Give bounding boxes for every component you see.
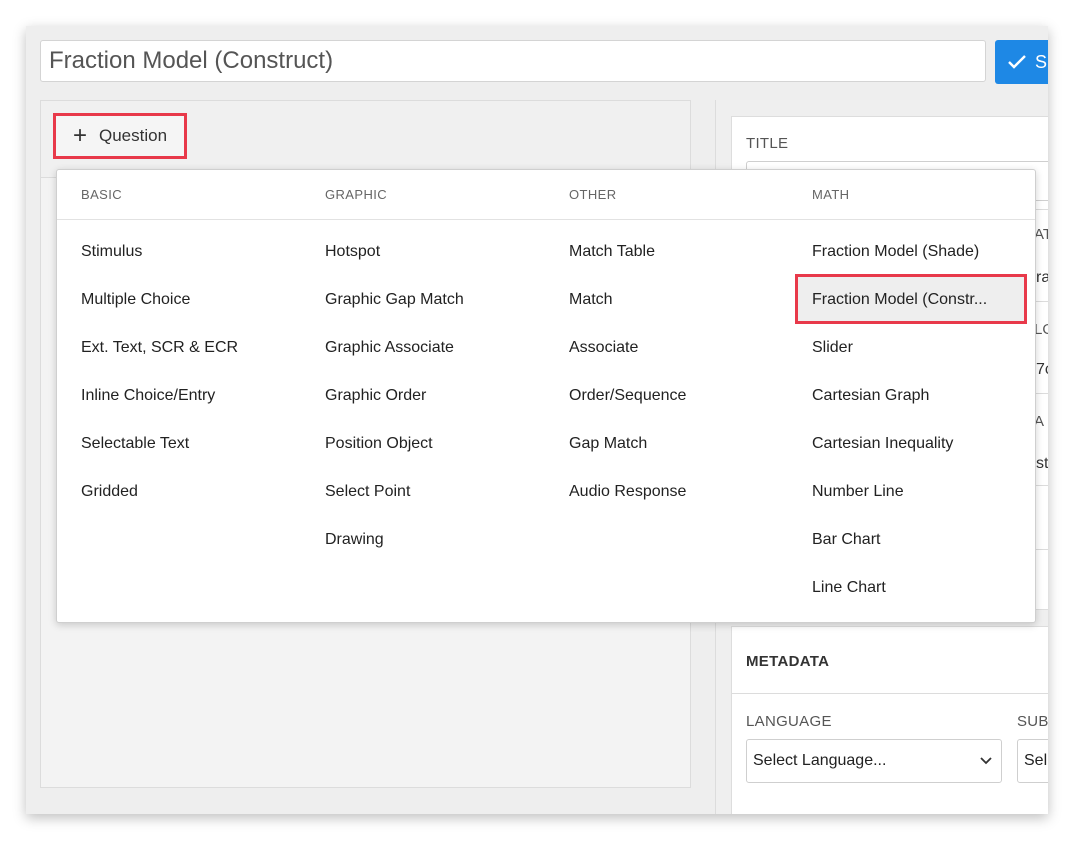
menu-item-inline-choice[interactable]: Inline Choice/Entry [81,387,215,405]
metadata-heading: METADATA [746,653,830,670]
metadata-card: METADATA LANGUAGE Select Language... SUB… [731,626,1048,814]
column-title-math: MATH [812,187,850,202]
menu-item-multiple-choice[interactable]: Multiple Choice [81,291,190,309]
menu-item-match-table[interactable]: Match Table [569,243,655,261]
column-title-basic: BASIC [81,187,123,202]
language-select[interactable]: Select Language... [746,739,1002,783]
partial-value: ra [1036,269,1048,286]
menu-item-number-line[interactable]: Number Line [812,483,904,501]
menu-item-associate[interactable]: Associate [569,339,638,357]
menu-item-drawing[interactable]: Drawing [325,531,384,549]
menu-item-audio-response[interactable]: Audio Response [569,483,686,501]
partial-value: st [1036,455,1048,472]
menu-item-slider[interactable]: Slider [812,339,853,357]
partial-label: LO [1034,321,1048,338]
partial-label: AT [1034,226,1048,243]
menu-item-match[interactable]: Match [569,291,613,309]
column-title-other: OTHER [569,187,617,202]
language-select-value: Select Language... [753,752,887,769]
chevron-down-icon [980,757,992,765]
menu-item-graphic-order[interactable]: Graphic Order [325,387,426,405]
menu-item-line-chart[interactable]: Line Chart [812,579,886,597]
menu-item-fraction-model-shade[interactable]: Fraction Model (Shade) [812,243,979,261]
dropdown-header: BASIC GRAPHIC OTHER MATH [57,170,1035,220]
menu-item-position-object[interactable]: Position Object [325,435,433,453]
menu-item-order-sequence[interactable]: Order/Sequence [569,387,686,405]
subject-select[interactable]: Sel [1017,739,1048,783]
save-button[interactable]: S [995,40,1048,84]
language-label: LANGUAGE [746,713,832,730]
subject-select-value: Sel [1024,752,1048,769]
menu-item-cartesian-graph[interactable]: Cartesian Graph [812,387,929,405]
menu-item-gap-match[interactable]: Gap Match [569,435,647,453]
plus-icon: + [72,122,87,149]
editor-window: S + Question TITLE AT ra LO 7c A st META [26,26,1048,814]
subject-label: SUB [1017,713,1048,730]
question-type-dropdown: BASIC GRAPHIC OTHER MATH Stimulus Multip… [56,169,1036,623]
question-toolbar: + Question [41,101,690,178]
add-question-label: Question [98,126,168,145]
menu-item-fraction-model-construct[interactable]: Fraction Model (Constr... [812,291,987,309]
menu-item-cartesian-inequality[interactable]: Cartesian Inequality [812,435,953,453]
menu-item-stimulus[interactable]: Stimulus [81,243,142,261]
menu-item-gridded[interactable]: Gridded [81,483,138,501]
save-button-label: S [1035,51,1048,72]
menu-item-bar-chart[interactable]: Bar Chart [812,531,880,549]
title-label: TITLE [746,135,789,152]
item-title-input[interactable] [40,40,986,82]
checkmark-icon [1008,55,1026,69]
menu-item-ext-text[interactable]: Ext. Text, SCR & ECR [81,339,238,357]
menu-item-selectable-text[interactable]: Selectable Text [81,435,189,453]
partial-value: 7c [1036,361,1048,378]
menu-item-select-point[interactable]: Select Point [325,483,410,501]
column-title-graphic: GRAPHIC [325,187,388,202]
menu-item-graphic-gap-match[interactable]: Graphic Gap Match [325,291,464,309]
add-question-button[interactable]: + Question [53,113,187,159]
menu-item-hotspot[interactable]: Hotspot [325,243,380,261]
menu-item-graphic-associate[interactable]: Graphic Associate [325,339,454,357]
